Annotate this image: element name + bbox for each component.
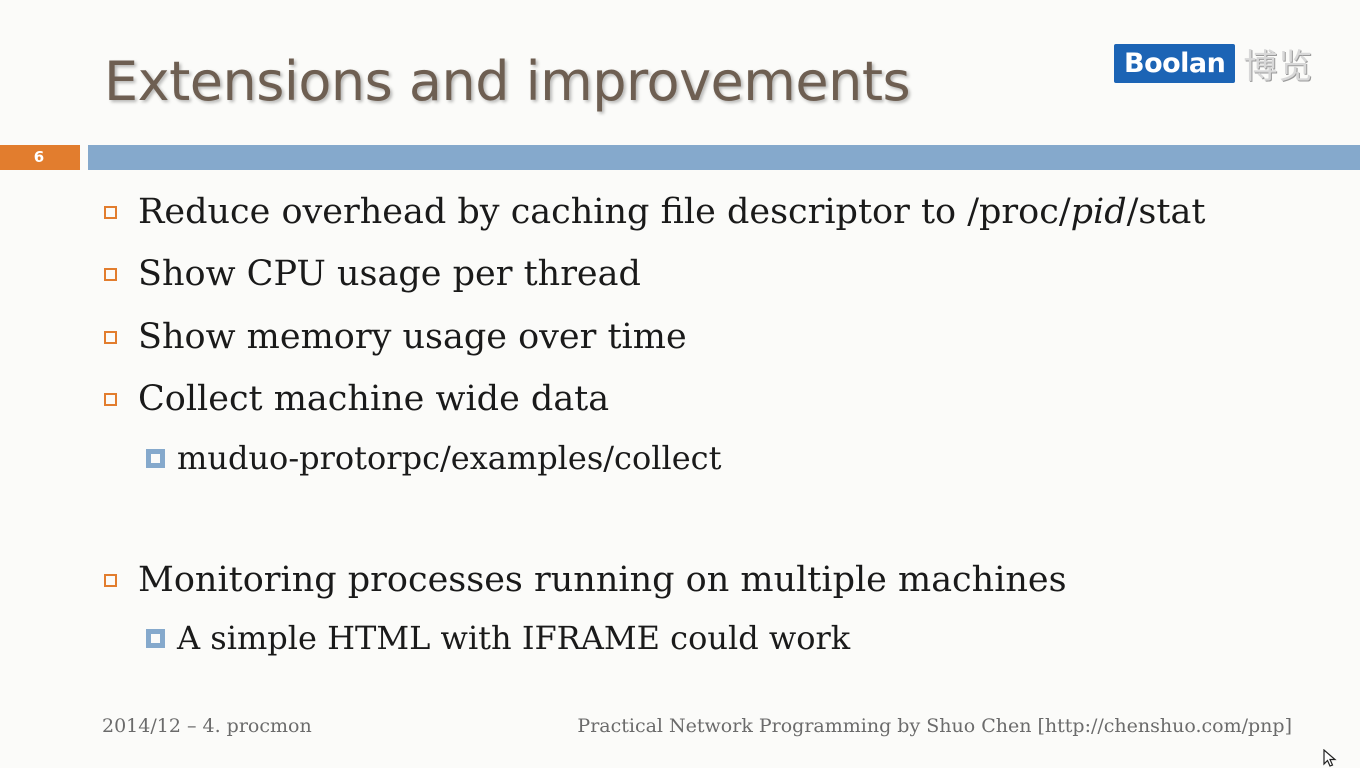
slide-title: Extensions and improvements [104,50,911,113]
bullet-text: Show CPU usage per thread [138,254,641,294]
sub-bullet-item: A simple HTML with IFRAME could work [146,619,850,657]
bullet-item: Collect machine wide data [104,379,609,419]
checkbox-bullet-icon [104,205,117,219]
checkbox-bullet-icon [104,267,117,281]
bullet-item: Monitoring processes running on multiple… [104,560,1067,600]
footer-date-section: 2014/12 – 4. procmon [102,715,312,737]
square-bullet-icon [146,628,165,648]
checkbox-bullet-icon [104,392,117,406]
bullet-text: Reduce overhead by caching file descript… [138,192,1206,232]
bullet-item: Reduce overhead by caching file descript… [104,192,1205,232]
mouse-pointer-icon [1323,748,1337,768]
sub-bullet-item: muduo-protorpc/examples/collect [146,439,721,477]
logo-chinese-text: 博览 [1243,47,1314,87]
boolan-logo: Boolan 博览 [1114,39,1313,88]
footer-course-credit: Practical Network Programming by Shuo Ch… [577,715,1292,737]
checkbox-bullet-icon [104,330,117,344]
header-divider-bar [88,145,1360,170]
square-bullet-icon [146,448,165,468]
bullet-text: A simple HTML with IFRAME could work [177,619,851,657]
bullet-text: Collect machine wide data [138,379,610,419]
bullet-text: Monitoring processes running on multiple… [138,560,1067,600]
bullet-text: Show memory usage over time [138,317,687,357]
logo-brand-text: Boolan [1114,44,1236,83]
presentation-slide: Extensions and improvements Boolan 博览 6 … [0,0,1360,768]
bullet-text: muduo-protorpc/examples/collect [177,439,722,477]
bullet-item: Show memory usage over time [104,317,687,357]
bullet-item: Show CPU usage per thread [104,254,641,294]
slide-number: 6 [0,145,80,170]
checkbox-bullet-icon [104,573,117,587]
